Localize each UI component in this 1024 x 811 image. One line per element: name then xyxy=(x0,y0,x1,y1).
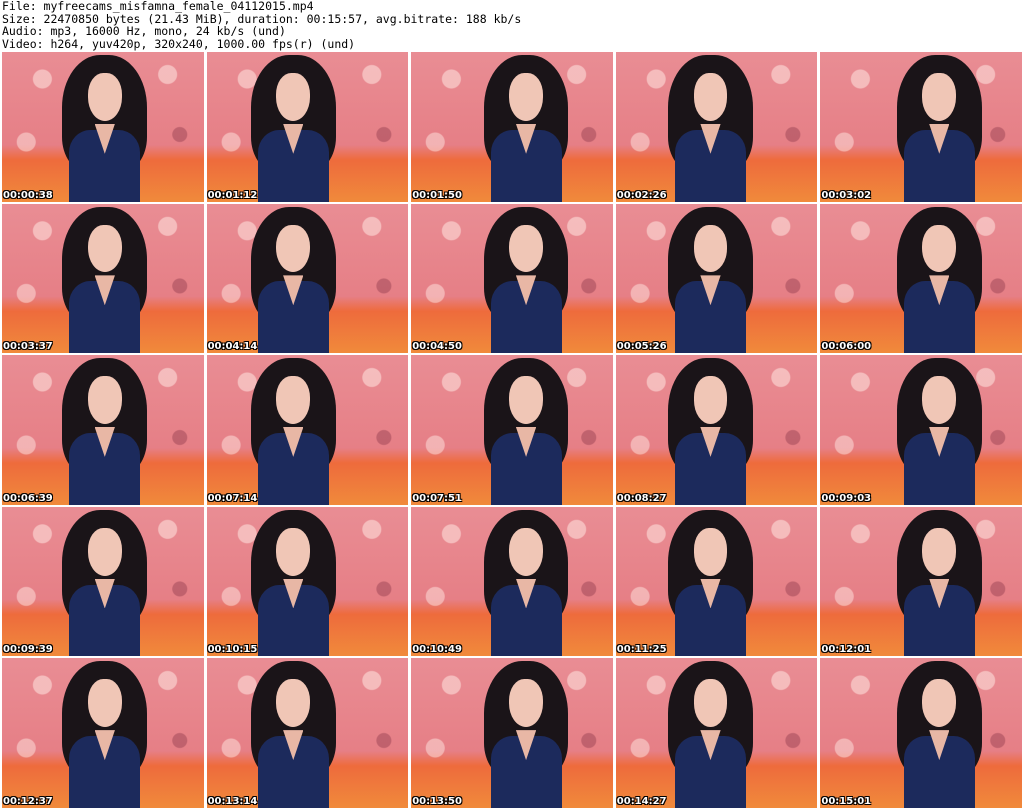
thumbnail-timestamp: 00:10:49 xyxy=(412,644,462,656)
thumbnail-timestamp: 00:06:39 xyxy=(3,492,53,504)
video-thumbnail: 00:04:14 xyxy=(206,203,409,354)
video-thumbnail: 00:03:37 xyxy=(2,203,204,354)
video-thumbnail: 00:12:37 xyxy=(2,658,204,808)
video-thumbnail: 00:12:01 xyxy=(820,506,1022,657)
thumbnail-timestamp: 00:07:51 xyxy=(412,492,462,504)
thumbnail-timestamp: 00:13:14 xyxy=(207,795,258,807)
person-figure xyxy=(483,661,569,808)
file-line: File: myfreecams_misfamna_female_0411201… xyxy=(2,0,314,13)
thumbnail-timestamp: 00:06:00 xyxy=(821,341,872,353)
person-figure xyxy=(668,206,753,354)
thumbnail-timestamp: 00:13:50 xyxy=(412,795,462,807)
thumbnail-timestamp: 00:02:26 xyxy=(616,189,667,201)
thumbnail-timestamp: 00:08:27 xyxy=(616,492,667,504)
thumbnail-timestamp: 00:15:01 xyxy=(821,795,872,807)
person-figure xyxy=(483,509,569,657)
video-thumbnail: 00:00:38 xyxy=(2,52,204,202)
thumbnail-timestamp: 00:12:37 xyxy=(3,795,53,807)
video-thumbnail: 00:07:51 xyxy=(411,355,613,505)
person-figure xyxy=(896,358,982,505)
person-figure xyxy=(668,54,753,202)
video-thumbnail: 00:04:50 xyxy=(411,203,613,354)
video-thumbnail: 00:13:14 xyxy=(206,658,409,808)
thumbnail-timestamp: 00:03:02 xyxy=(821,189,872,201)
video-thumbnail: 00:03:02 xyxy=(820,52,1022,202)
thumbnail-timestamp: 00:04:14 xyxy=(207,341,258,353)
thumbnail-grid: 00:00:38 00:01:12 00:01:50 00:02:26 00:03:02… xyxy=(2,52,1022,810)
thumbnail-timestamp: 00:11:25 xyxy=(616,644,667,656)
person-figure xyxy=(250,358,336,505)
person-figure xyxy=(668,661,753,808)
person-figure xyxy=(483,358,569,505)
thumbnail-timestamp: 00:01:50 xyxy=(412,189,462,201)
thumbnail-timestamp: 00:09:03 xyxy=(821,492,872,504)
person-figure xyxy=(896,206,982,354)
video-info-header: File: myfreecams_misfamna_female_0411201… xyxy=(2,0,1022,50)
video-thumbnail: 00:11:25 xyxy=(615,506,818,657)
thumbnail-timestamp: 00:10:15 xyxy=(207,644,258,656)
person-figure xyxy=(896,54,982,202)
video-thumbnail: 00:10:15 xyxy=(206,506,409,657)
person-figure xyxy=(483,206,569,354)
thumbnail-timestamp: 00:07:14 xyxy=(207,492,258,504)
thumbnail-timestamp: 00:14:27 xyxy=(616,795,667,807)
person-figure xyxy=(668,358,753,505)
person-figure xyxy=(62,509,148,657)
video-line: Video: h264, yuv420p, 320x240, 1000.00 f… xyxy=(2,36,356,51)
person-figure xyxy=(62,54,148,202)
person-figure xyxy=(250,206,336,354)
thumbnail-timestamp: 00:04:50 xyxy=(412,341,462,353)
video-thumbnail: 00:13:50 xyxy=(411,658,613,808)
video-thumbnail: 00:02:26 xyxy=(615,52,818,202)
video-thumbnail: 00:01:12 xyxy=(206,52,409,202)
person-figure xyxy=(250,661,336,808)
audio-line: Audio: mp3, 16000 Hz, mono, 24 kb/s (und… xyxy=(2,24,286,38)
person-figure xyxy=(62,661,148,808)
thumbnail-timestamp: 00:03:37 xyxy=(3,341,53,353)
person-figure xyxy=(62,358,148,505)
video-thumbnail: 00:09:39 xyxy=(2,506,204,657)
person-figure xyxy=(896,661,982,808)
video-thumbnail: 00:09:03 xyxy=(820,355,1022,505)
video-thumbnail: 00:06:00 xyxy=(820,203,1022,354)
video-thumbnail: 00:08:27 xyxy=(615,355,818,505)
person-figure xyxy=(668,509,753,657)
thumbnail-timestamp: 00:00:38 xyxy=(3,189,53,201)
thumbnail-timestamp: 00:01:12 xyxy=(207,189,258,201)
person-figure xyxy=(896,509,982,657)
thumbnail-timestamp: 00:09:39 xyxy=(3,644,53,656)
video-thumbnail: 00:01:50 xyxy=(411,52,613,202)
person-figure xyxy=(250,54,336,202)
person-figure xyxy=(483,54,569,202)
video-thumbnail: 00:14:27 xyxy=(615,658,818,808)
thumbnail-timestamp: 00:12:01 xyxy=(821,644,872,656)
video-thumbnail: 00:06:39 xyxy=(2,355,204,505)
person-figure xyxy=(250,509,336,657)
video-thumbnail: 00:15:01 xyxy=(820,658,1022,808)
video-thumbnail: 00:10:49 xyxy=(411,506,613,657)
video-thumbnail: 00:05:26 xyxy=(615,203,818,354)
person-figure xyxy=(62,206,148,354)
thumbnail-timestamp: 00:05:26 xyxy=(616,341,667,353)
video-thumbnail: 00:07:14 xyxy=(206,355,409,505)
